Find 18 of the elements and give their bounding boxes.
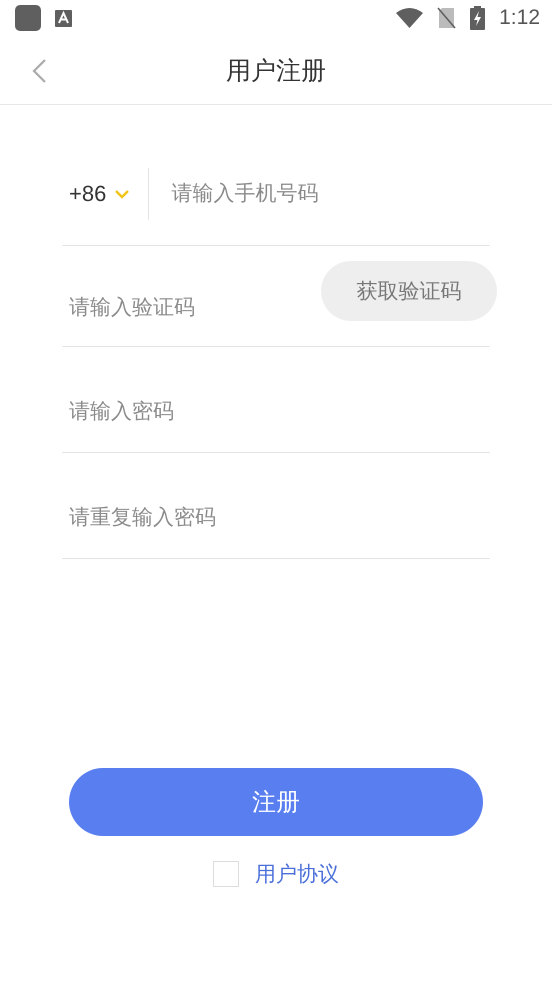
repeat-password-input[interactable]: 请重复输入密码 [62,506,490,530]
no-sim-icon [437,7,456,29]
password-input[interactable]: 请输入密码 [62,400,490,424]
chevron-down-icon [114,189,130,199]
code-input[interactable]: 请输入验证码 [62,296,321,320]
keyboard-icon [55,10,72,26]
back-button[interactable] [30,58,48,84]
status-time: 1:12 [499,6,540,30]
app-icon [15,5,41,31]
country-code-selector[interactable]: +86 [62,168,150,220]
get-code-button[interactable]: 获取验证码 [321,261,497,321]
agreement-checkbox[interactable] [213,861,239,887]
register-button[interactable]: 注册 [69,768,483,836]
wifi-icon [396,8,424,28]
phone-input[interactable]: 请输入手机号码 [149,182,490,206]
page-title: 用户注册 [226,56,326,86]
user-agreement-link[interactable]: 用户协议 [255,860,339,888]
battery-charging-icon [470,6,486,30]
